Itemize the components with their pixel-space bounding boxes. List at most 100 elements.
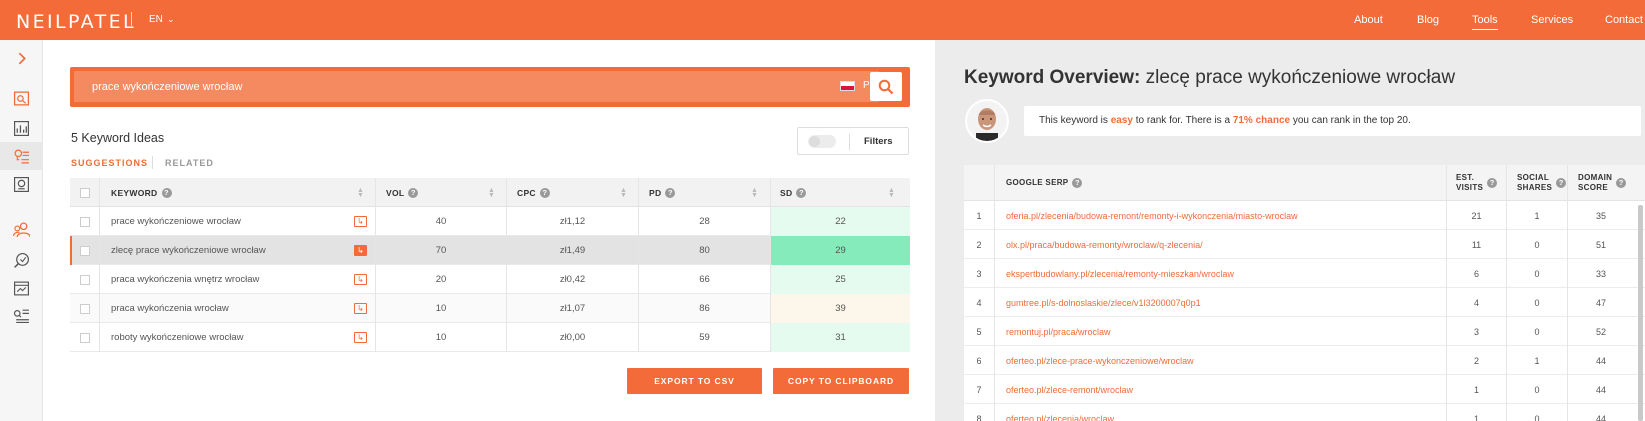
help-icon[interactable]: ? [1487, 178, 1498, 188]
col-pd-header[interactable]: PD? [649, 178, 676, 207]
keyword-cell[interactable]: praca wykończenia wrocław [111, 294, 229, 323]
chevron-down-icon[interactable]: ⌄ [167, 14, 175, 25]
domain-score-cell: 52 [1595, 326, 1606, 337]
keyword-cell[interactable]: zlecę prace wykończeniowe wrocław [111, 236, 266, 265]
help-icon[interactable]: ? [161, 187, 172, 198]
tab-suggestions[interactable]: SUGGESTIONS [71, 158, 148, 168]
social-shares-cell: 0 [1534, 268, 1540, 279]
est-visits-cell: 1 [1473, 384, 1479, 395]
filters-control[interactable]: Filters [797, 127, 909, 155]
view-overview-icon[interactable]: ↳ [354, 303, 367, 314]
chart-report-icon[interactable] [0, 114, 43, 142]
keyword-cell[interactable]: praca wykończenia wnętrz wrocław [111, 265, 259, 294]
table-row[interactable]: roboty wykończeniowe wrocław ↳ 10 zł0,00… [70, 323, 910, 352]
table-row[interactable]: prace wykończeniowe wrocław ↳ 40 zł1,12 … [70, 207, 910, 236]
help-icon[interactable]: ? [539, 187, 550, 198]
row-checkbox[interactable] [80, 332, 90, 343]
site-audit-icon[interactable] [0, 246, 43, 274]
keyword-cell[interactable]: roboty wykończeniowe wrocław [111, 323, 244, 352]
help-icon[interactable]: ? [408, 187, 419, 198]
col-google-serp-header: GOOGLE SERP? [1006, 165, 1083, 201]
nav-about[interactable]: About [1354, 14, 1383, 26]
serp-url-link[interactable]: ekspertbudowlany.pl/zlecenia/remonty-mie… [1006, 259, 1234, 288]
col-sd-header[interactable]: SD? [780, 178, 807, 207]
filters-button[interactable]: Filters [864, 136, 893, 147]
view-overview-icon[interactable]: ↳ [354, 216, 367, 227]
site-logo[interactable]: NEILPATEL [16, 11, 136, 33]
chevron-down-icon[interactable]: ⌄ [910, 79, 918, 90]
rank-tracker-icon[interactable] [0, 274, 43, 302]
serp-url-link[interactable]: oferteo.pl/zlece-remont/wroclaw [1006, 375, 1133, 404]
keyword-list-icon[interactable] [0, 301, 43, 329]
sort-icon[interactable]: ▲ ▼ [888, 178, 895, 207]
serp-scrollbar[interactable] [1638, 205, 1643, 421]
filters-toggle[interactable] [808, 135, 836, 148]
table-header: KEYWORD? ▲ ▼ VOL? ▲ ▼ CPC? ▲ ▼ PD? ▲ ▼ SD? ▲… [70, 178, 910, 207]
row-checkbox[interactable] [80, 216, 90, 227]
est-visits-cell: 3 [1473, 326, 1479, 337]
users-icon[interactable] [0, 215, 43, 243]
nav-contact[interactable]: Contact [1605, 14, 1643, 26]
tab-related[interactable]: RELATED [165, 158, 214, 168]
help-icon[interactable]: ? [796, 187, 807, 198]
export-csv-button[interactable]: EXPORT TO CSV [627, 368, 762, 394]
volume-cell: 10 [435, 303, 447, 314]
sd-cell: 31 [771, 323, 910, 352]
col-keyword-header[interactable]: KEYWORD? [111, 178, 172, 207]
serp-url-link[interactable]: oferteo.pl/zlecenia/wroclaw [1006, 404, 1114, 421]
serp-url-link[interactable]: oferia.pl/zlecenia/budowa-remont/remonty… [1006, 201, 1298, 230]
tab-divider [152, 156, 153, 169]
rank-cell: 1 [976, 210, 982, 221]
sort-icon[interactable]: ▲ ▼ [620, 178, 627, 207]
search-icon [878, 79, 894, 94]
dashboard-icon[interactable] [0, 84, 43, 112]
col-vol-header[interactable]: VOL? [386, 178, 419, 207]
pd-cell: 80 [699, 245, 710, 256]
expand-chevron-icon[interactable] [0, 44, 43, 72]
view-overview-icon[interactable]: ↳ [354, 274, 367, 285]
row-checkbox[interactable] [80, 303, 90, 314]
search-button[interactable] [870, 72, 902, 101]
row-checkbox[interactable] [80, 245, 90, 256]
help-icon[interactable]: ? [1616, 178, 1627, 188]
table-row: 5 remontuj.pl/praca/wroclaw 3 0 52 [964, 317, 1645, 346]
serp-url-link[interactable]: remontuj.pl/praca/wroclaw [1006, 317, 1111, 346]
domain-score-cell: 44 [1595, 413, 1606, 421]
nav-tools[interactable]: Tools [1472, 14, 1498, 30]
volume-cell: 70 [435, 245, 447, 256]
nav-blog[interactable]: Blog [1417, 14, 1439, 26]
keyword-ideas-icon[interactable] [0, 142, 43, 170]
serp-url-link[interactable]: oferteo.pl/zlece-prace-wykonczeniowe/wro… [1006, 346, 1194, 375]
language-selector[interactable]: EN [149, 14, 163, 25]
serp-url-link[interactable]: gumtree.pl/s-dolnoslaskie/zlece/v1l32000… [1006, 288, 1201, 317]
nav-services[interactable]: Services [1531, 14, 1573, 26]
content-ideas-icon[interactable] [0, 170, 43, 198]
rank-cell: 3 [976, 268, 982, 279]
sort-icon[interactable]: ▲ ▼ [488, 178, 495, 207]
keyword-search-input[interactable] [74, 71, 879, 102]
select-all-checkbox[interactable] [80, 187, 90, 198]
sort-icon[interactable]: ▲ ▼ [751, 178, 758, 207]
keyword-cell[interactable]: prace wykończeniowe wrocław [111, 207, 241, 236]
col-cpc-header[interactable]: CPC? [517, 178, 550, 207]
table-row[interactable]: zlecę prace wykończeniowe wrocław ↳ 70 z… [70, 236, 910, 265]
view-overview-icon[interactable]: ↳ [354, 245, 367, 256]
cpc-cell: zł0,00 [559, 332, 586, 343]
table-row[interactable]: praca wykończenia wnętrz wrocław ↳ 20 zł… [70, 265, 910, 294]
row-checkbox[interactable] [80, 274, 90, 285]
social-shares-cell: 0 [1534, 297, 1540, 308]
left-sidebar [0, 40, 43, 421]
help-icon[interactable]: ? [1556, 178, 1567, 188]
table-row: 1 oferia.pl/zlecenia/budowa-remont/remon… [964, 201, 1645, 230]
table-row[interactable]: praca wykończenia wrocław ↳ 10 zł1,07 86… [70, 294, 910, 323]
serp-url-link[interactable]: olx.pl/praca/budowa-remonty/wroclaw/q-zl… [1006, 230, 1203, 259]
view-overview-icon[interactable]: ↳ [354, 332, 367, 343]
copy-clipboard-button[interactable]: COPY TO CLIPBOARD [773, 368, 909, 394]
keyword-overview-title: Keyword Overview: zlecę prace wykończeni… [964, 67, 1456, 88]
help-icon[interactable]: ? [665, 187, 676, 198]
volume-cell: 10 [435, 332, 447, 343]
sort-icon[interactable]: ▲ ▼ [357, 178, 364, 207]
volume-cell: 40 [435, 216, 447, 227]
help-icon[interactable]: ? [1072, 178, 1083, 188]
social-shares-cell: 1 [1534, 210, 1540, 221]
